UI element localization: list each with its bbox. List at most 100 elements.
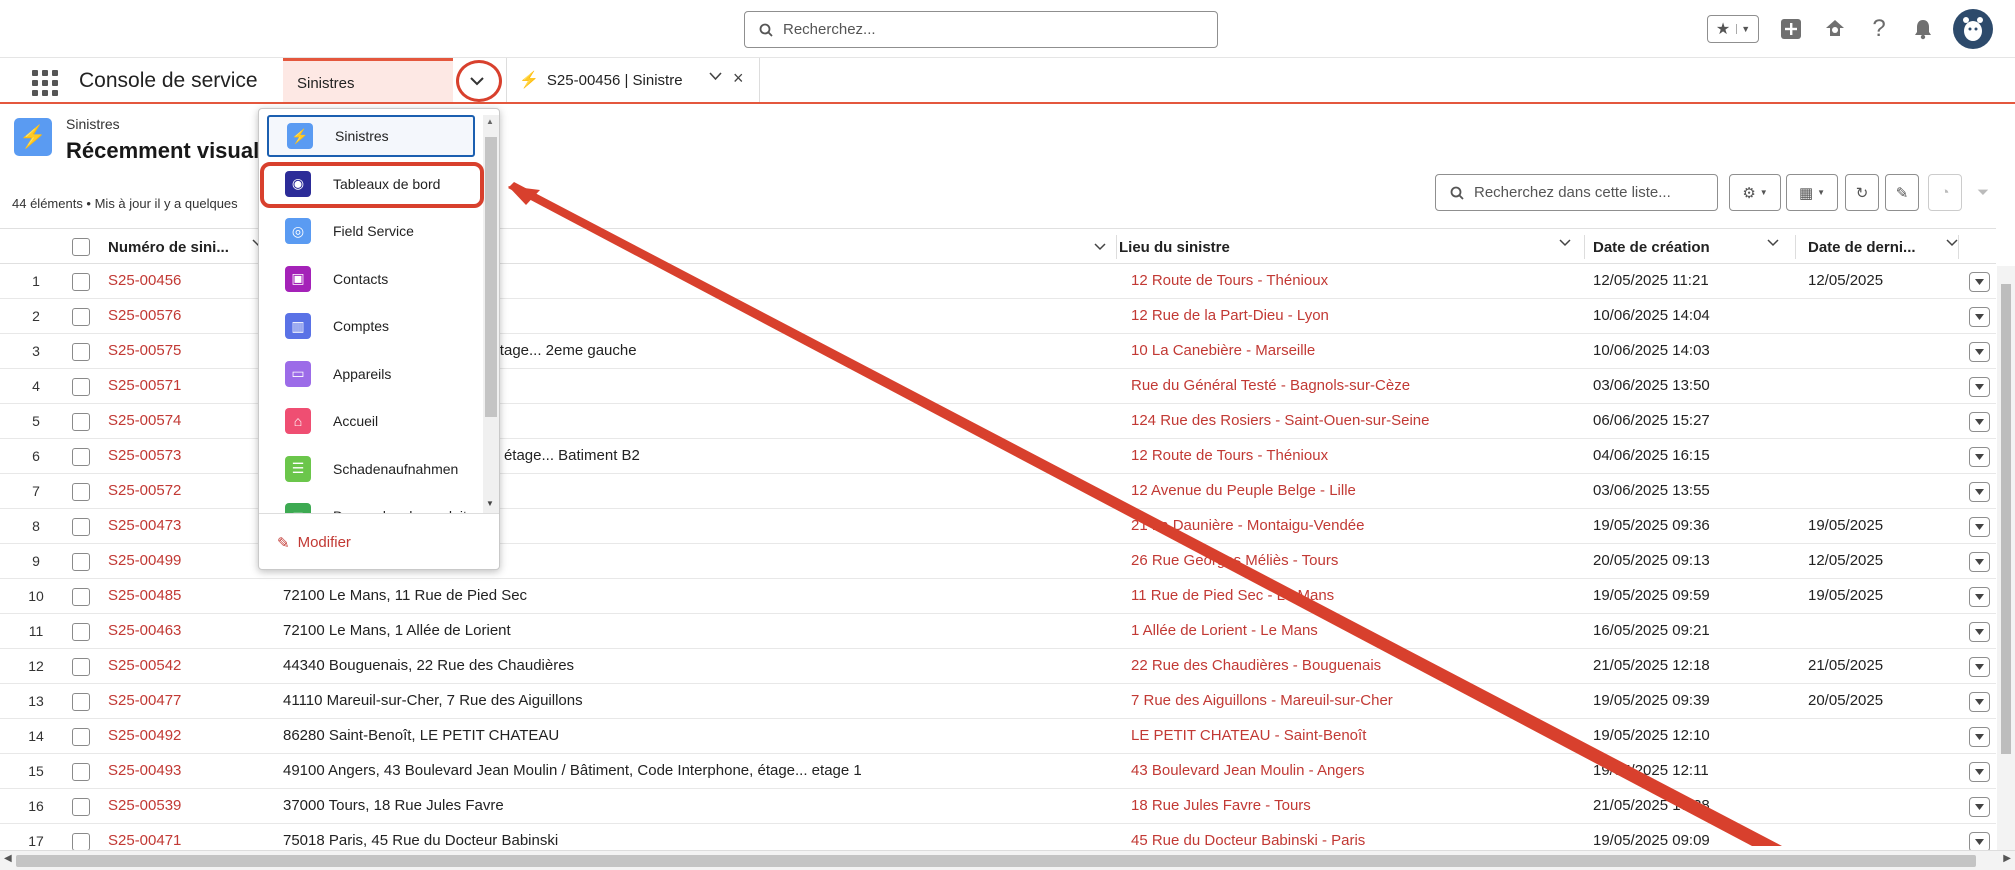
row-checkbox[interactable] <box>72 343 90 361</box>
menu-scrollbar[interactable]: ▲ ▼ <box>483 115 499 513</box>
row-actions-button[interactable] <box>1969 552 1990 572</box>
record-number-link[interactable]: S25-00456 <box>108 264 258 299</box>
table-row[interactable]: 14 S25-00492 86280 Saint-Benoît, LE PETIT … <box>0 719 1996 754</box>
menu-item-comptes[interactable]: ▥ Comptes <box>267 305 475 347</box>
chevron-down-icon[interactable] <box>1767 239 1779 247</box>
row-actions-button[interactable] <box>1969 482 1990 502</box>
filter-button[interactable]: ⏷ <box>1966 174 2000 211</box>
column-header-numero[interactable]: Numéro de sini... <box>108 229 264 265</box>
record-number-link[interactable]: S25-00473 <box>108 509 258 544</box>
edit-list-button[interactable]: ✎ <box>1885 174 1919 211</box>
menu-edit-button[interactable]: ✎ Modifier <box>259 513 499 569</box>
menu-item-field-service[interactable]: ◎ Field Service <box>267 210 475 252</box>
row-actions-button[interactable] <box>1969 412 1990 432</box>
row-checkbox[interactable] <box>72 308 90 326</box>
row-checkbox[interactable] <box>72 623 90 641</box>
app-launcher-icon[interactable] <box>32 70 58 96</box>
scroll-right-icon[interactable]: ▶ <box>2003 853 2011 864</box>
table-row[interactable]: 13 S25-00477 41110 Mareuil-sur-Cher, 7 Rue… <box>0 684 1996 719</box>
record-number-link[interactable]: S25-00463 <box>108 614 258 649</box>
row-actions-button[interactable] <box>1969 377 1990 397</box>
row-actions-button[interactable] <box>1969 587 1990 607</box>
menu-item-appareils[interactable]: ▭ Appareils <box>267 353 475 395</box>
record-number-link[interactable]: S25-00574 <box>108 404 258 439</box>
table-row[interactable]: 10 S25-00485 72100 Le Mans, 11 Rue de Pied… <box>0 579 1996 614</box>
row-actions-button[interactable] <box>1969 272 1990 292</box>
record-location-link[interactable]: 12 Avenue du Peuple Belge - Lille <box>1131 474 1581 509</box>
record-location-link[interactable]: 22 Rue des Chaudières - Bouguenais <box>1131 649 1581 684</box>
chevron-down-icon[interactable] <box>1559 239 1571 247</box>
tab-chevron-down-icon[interactable] <box>709 72 722 81</box>
record-number-link[interactable]: S25-00499 <box>108 544 258 579</box>
row-checkbox[interactable] <box>72 833 90 851</box>
scroll-up-icon[interactable]: ▲ <box>486 117 494 126</box>
record-location-link[interactable]: 21 La Daunière - Montaigu-Vendée <box>1131 509 1581 544</box>
close-tab-icon[interactable]: × <box>733 68 744 89</box>
column-header-date-derniere[interactable]: Date de derni... <box>1808 229 1958 265</box>
row-actions-button[interactable] <box>1969 622 1990 642</box>
record-number-link[interactable]: S25-00571 <box>108 369 258 404</box>
record-number-link[interactable]: S25-00572 <box>108 474 258 509</box>
row-checkbox[interactable] <box>72 728 90 746</box>
row-actions-button[interactable] <box>1969 517 1990 537</box>
vertical-scrollbar-thumb[interactable] <box>2001 284 2011 754</box>
record-number-link[interactable]: S25-00576 <box>108 299 258 334</box>
record-number-link[interactable]: S25-00539 <box>108 789 258 824</box>
record-location-link[interactable]: 12 Rue de la Part-Dieu - Lyon <box>1131 299 1581 334</box>
record-number-link[interactable]: S25-00493 <box>108 754 258 789</box>
setup-assistant-button[interactable] <box>1821 15 1849 43</box>
record-number-link[interactable]: S25-00542 <box>108 649 258 684</box>
chevron-down-icon[interactable] <box>1946 239 1958 247</box>
menu-item-schadenaufnahmen[interactable]: ☰ Schadenaufnahmen <box>267 448 475 490</box>
row-checkbox[interactable] <box>72 483 90 501</box>
add-button[interactable] <box>1777 15 1805 43</box>
menu-item-contacts[interactable]: ▣ Contacts <box>267 258 475 300</box>
row-actions-button[interactable] <box>1969 447 1990 467</box>
row-checkbox[interactable] <box>72 413 90 431</box>
record-number-link[interactable]: S25-00575 <box>108 334 258 369</box>
record-location-link[interactable]: 124 Rue des Rosiers - Saint-Ouen-sur-Sei… <box>1131 404 1581 439</box>
row-checkbox[interactable] <box>72 273 90 291</box>
vertical-scrollbar[interactable] <box>1997 266 2015 850</box>
nav-tab-sinistres[interactable]: Sinistres <box>283 58 453 102</box>
horizontal-scrollbar-thumb[interactable] <box>16 855 1976 867</box>
record-location-link[interactable]: 12 Route de Tours - Thénioux <box>1131 439 1581 474</box>
display-as-table-button[interactable]: ▦ ▼ <box>1786 174 1838 211</box>
record-tab[interactable]: ⚡ S25-00456 | Sinistre × <box>506 58 760 102</box>
record-location-link[interactable]: 43 Boulevard Jean Moulin - Angers <box>1131 754 1581 789</box>
help-button[interactable]: ? <box>1865 15 1893 43</box>
row-actions-button[interactable] <box>1969 307 1990 327</box>
row-actions-button[interactable] <box>1969 342 1990 362</box>
table-row[interactable]: 11 S25-00463 72100 Le Mans, 1 Allée de Lor… <box>0 614 1996 649</box>
menu-scrollbar-thumb[interactable] <box>485 137 497 417</box>
record-location-link[interactable]: LE PETIT CHATEAU - Saint-Benoît <box>1131 719 1581 754</box>
table-row[interactable]: 16 S25-00539 37000 Tours, 18 Rue Jules Fav… <box>0 789 1996 824</box>
row-actions-button[interactable] <box>1969 657 1990 677</box>
favorites-button[interactable]: ★ ▼ <box>1707 15 1759 43</box>
row-checkbox[interactable] <box>72 798 90 816</box>
column-header-date-creation[interactable]: Date de création <box>1593 229 1789 265</box>
column-header-lieu[interactable]: Lieu du sinistre <box>1119 229 1581 265</box>
row-checkbox[interactable] <box>72 378 90 396</box>
column-adresse-chevron-down-icon[interactable] <box>1094 243 1106 251</box>
record-location-link[interactable]: 1 Allée de Lorient - Le Mans <box>1131 614 1581 649</box>
row-checkbox[interactable] <box>72 518 90 536</box>
row-actions-button[interactable] <box>1969 797 1990 817</box>
record-location-link[interactable]: Rue du Général Testé - Bagnols-sur-Cèze <box>1131 369 1581 404</box>
row-actions-button[interactable] <box>1969 727 1990 747</box>
scroll-left-icon[interactable]: ◀ <box>4 853 12 864</box>
row-checkbox[interactable] <box>72 763 90 781</box>
row-checkbox[interactable] <box>72 553 90 571</box>
record-number-link[interactable]: S25-00573 <box>108 439 258 474</box>
record-location-link[interactable]: 26 Rue Georges Méliès - Tours <box>1131 544 1581 579</box>
record-location-link[interactable]: 12 Route de Tours - Thénioux <box>1131 264 1581 299</box>
row-actions-button[interactable] <box>1969 832 1990 852</box>
row-checkbox[interactable] <box>72 588 90 606</box>
list-view-name[interactable]: Récemment visualis <box>66 138 278 164</box>
list-search-input[interactable]: Recherchez dans cette liste... <box>1435 174 1718 211</box>
select-all-checkbox[interactable] <box>72 238 90 256</box>
menu-item-demandes-de-produit[interactable]: ◼Demandes de produit <box>267 495 475 513</box>
row-actions-button[interactable] <box>1969 692 1990 712</box>
record-location-link[interactable]: 10 La Canebière - Marseille <box>1131 334 1581 369</box>
menu-item-sinistres[interactable]: ⚡ Sinistres <box>267 115 475 157</box>
